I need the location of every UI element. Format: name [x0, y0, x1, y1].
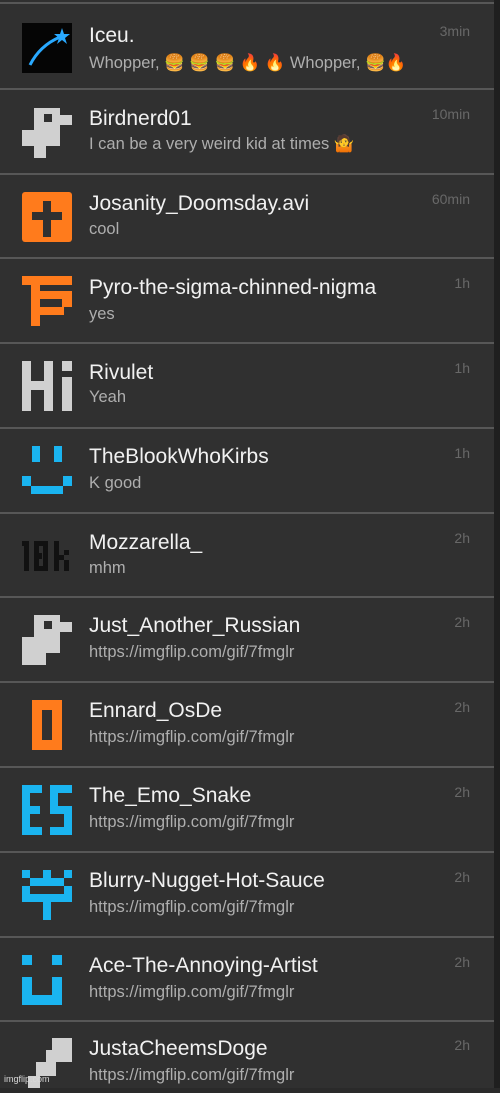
conversation-name: Ace-The-Annoying-Artist [89, 954, 318, 977]
conversation-name: Just_Another_Russian [89, 614, 301, 637]
scroll-edge [494, 0, 500, 1088]
conversation-time: 2h [454, 869, 470, 885]
conversation-message: https://imgflip.com/gif/7fmglr [89, 728, 295, 746]
conversation-time: 60min [431, 191, 470, 207]
conversation-message: mhm [89, 559, 126, 577]
es-avatar [22, 785, 72, 835]
conversation-message: I can be a very weird kid at times 🤷 [89, 135, 355, 153]
conversation-time: 2h [454, 1037, 470, 1053]
conversation-row-blurry-nugget[interactable]: Blurry-Nugget-Hot-Sauce https://imgflip.… [0, 851, 494, 936]
cyan-pattern-avatar [22, 870, 72, 920]
conversation-row-ennard-osde[interactable]: Ennard_OsDe https://imgflip.com/gif/7fmg… [0, 681, 494, 766]
conversation-message: K good [89, 474, 142, 492]
gray-pixel-avatar [22, 108, 72, 158]
conversation-time: 10min [431, 106, 470, 122]
conversation-message: https://imgflip.com/gif/7fmglr [89, 1066, 295, 1084]
conversation-time: 2h [454, 614, 470, 630]
conversation-name: Josanity_Doomsday.avi [89, 192, 310, 215]
conversation-name: Pyro-the-sigma-chinned-nigma [89, 276, 377, 299]
conversation-row-just-another-russian[interactable]: Just_Another_Russian https://imgflip.com… [0, 596, 494, 681]
conversation-list: Iceu. Whopper, 🍔 🍔 🍔 🔥 🔥 Whopper, 🍔🔥 3mi… [0, 0, 494, 1088]
conversation-name: Ennard_OsDe [89, 699, 223, 722]
conversation-row-rivulet[interactable]: Rivulet Yeah 1h [0, 342, 494, 427]
conversation-row-justacheemsdoge[interactable]: JustaCheemsDoge https://imgflip.com/gif/… [0, 1020, 494, 1088]
gray-pixel-avatar [22, 615, 72, 665]
conversation-name: The_Emo_Snake [89, 784, 252, 807]
conversation-name: Blurry-Nugget-Hot-Sauce [89, 869, 325, 892]
conversation-time: 2h [454, 530, 470, 546]
conversation-row-ace-the-annoying-artist[interactable]: Ace-The-Annoying-Artist https://imgflip.… [0, 936, 494, 1020]
hi-avatar [22, 361, 72, 411]
conversation-time: 2h [454, 699, 470, 715]
conversation-message: https://imgflip.com/gif/7fmglr [89, 983, 295, 1001]
conversation-time: 1h [454, 445, 470, 461]
conversation-time: 3min [439, 23, 470, 39]
conversation-message: Yeah [89, 388, 127, 406]
conversation-name: JustaCheemsDoge [89, 1037, 268, 1060]
conversation-row-josanity[interactable]: Josanity_Doomsday.avi cool 60min [0, 173, 494, 257]
conversation-message: https://imgflip.com/gif/7fmglr [89, 813, 295, 831]
conversation-name: Iceu. [89, 24, 135, 47]
orange-pf-avatar [22, 276, 72, 326]
orange-cross-avatar [22, 192, 72, 242]
cyan-face-avatar [22, 955, 72, 1005]
conversation-row-iceu[interactable]: Iceu. Whopper, 🍔 🍔 🍔 🔥 🔥 Whopper, 🍔🔥 3mi… [0, 2, 494, 88]
orange-o-avatar [22, 700, 72, 750]
conversation-name: Birdnerd01 [89, 107, 192, 130]
conversation-time: 1h [454, 360, 470, 376]
conversation-row-the-emo-snake[interactable]: The_Emo_Snake https://imgflip.com/gif/7f… [0, 766, 494, 851]
conversation-message: cool [89, 220, 120, 238]
conversation-row-mozzarella[interactable]: Mozzarella_ mhm 2h [0, 512, 494, 596]
conversation-row-pyro[interactable]: Pyro-the-sigma-chinned-nigma yes 1h [0, 257, 494, 342]
10k-avatar [22, 531, 72, 581]
conversation-name: Mozzarella_ [89, 531, 203, 554]
conversation-message: yes [89, 305, 115, 323]
shooting-star-avatar [22, 23, 72, 73]
conversation-message: https://imgflip.com/gif/7fmglr [89, 898, 295, 916]
conversation-time: 2h [454, 954, 470, 970]
conversation-time: 2h [454, 784, 470, 800]
conversation-message: https://imgflip.com/gif/7fmglr [89, 643, 295, 661]
conversation-name: TheBlookWhoKirbs [89, 445, 269, 468]
imgflip-watermark: imgflip.com [4, 1074, 50, 1084]
conversation-row-birdnerd01[interactable]: Birdnerd01 I can be a very weird kid at … [0, 88, 494, 173]
conversation-time: 1h [454, 275, 470, 291]
conversation-row-theblookwhokirbs[interactable]: TheBlookWhoKirbs K good 1h [0, 427, 494, 512]
smiley-avatar [22, 446, 72, 496]
conversation-name: Rivulet [89, 361, 154, 384]
conversation-message: Whopper, 🍔 🍔 🍔 🔥 🔥 Whopper, 🍔🔥 [89, 54, 407, 72]
